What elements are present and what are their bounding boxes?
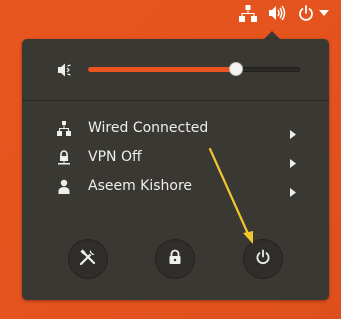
dropdown-arrow-icon[interactable] [319,3,329,23]
chevron-right-icon [290,153,296,172]
chevron-right-icon [290,124,296,143]
network-wired-icon[interactable] [239,3,257,23]
vpn-icon [57,150,71,166]
lock-icon [168,249,182,269]
user-icon [57,179,71,195]
menu-item-label: Aseem Kishore [88,178,193,194]
volume-muted-icon[interactable] [57,62,73,82]
lock-button[interactable] [155,239,195,279]
slider-handle[interactable] [229,62,244,76]
power-off-button[interactable] [243,239,283,279]
chevron-right-icon [290,182,296,201]
network-wired-icon [57,121,71,137]
menu-item-user[interactable]: Aseem Kishore [22,174,329,200]
settings-button[interactable] [68,239,108,279]
menu-item-label: Wired Connected [88,120,209,136]
separator [22,100,329,101]
power-icon [255,249,271,269]
settings-icon [79,248,97,270]
system-tray [221,0,341,26]
power-icon[interactable] [298,3,314,23]
menu-item-wired[interactable]: Wired Connected [22,116,329,142]
menu-item-vpn[interactable]: VPN Off [22,145,329,171]
volume-slider[interactable] [88,62,300,76]
system-menu: Wired Connected VPN Off Aseem Kishore [22,39,329,300]
volume-icon[interactable] [268,3,286,23]
menu-item-label: VPN Off [88,149,142,165]
slider-fill [88,67,237,72]
